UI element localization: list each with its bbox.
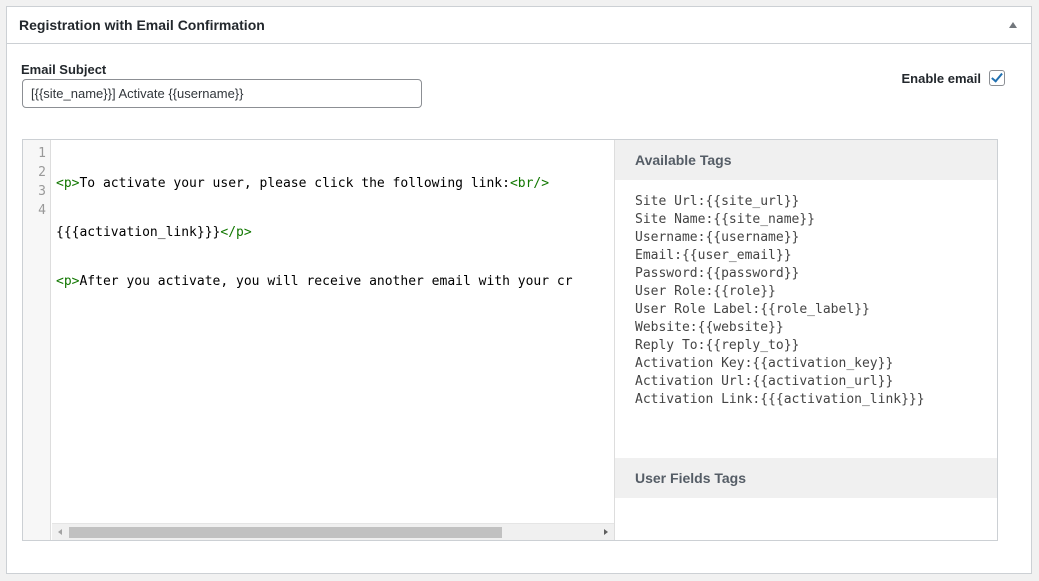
tag-item[interactable]: Activation Url:{{activation_url}}: [635, 373, 977, 391]
email-subject-input[interactable]: [22, 79, 422, 108]
html-tag: <br/>: [509, 176, 550, 191]
line-number-gutter: 1 2 3 4: [23, 140, 51, 540]
available-tags-header: Available Tags: [615, 140, 997, 180]
horizontal-scrollbar[interactable]: [52, 523, 614, 540]
tag-item[interactable]: Password:{{password}}: [635, 265, 977, 283]
code-text: To activate your user, please click the …: [79, 176, 510, 191]
tag-item[interactable]: Activation Link:{{{activation_link}}}: [635, 391, 977, 409]
code-line-4[interactable]: [56, 321, 614, 340]
enable-email-checkbox[interactable]: [989, 70, 1005, 86]
html-tag: <p>: [56, 176, 80, 191]
line-number: 1: [38, 146, 46, 161]
html-tag: <p>: [56, 274, 80, 289]
line-number: 2: [38, 165, 46, 180]
code-text: After you activate, you will receive ano…: [79, 274, 573, 289]
postbox-title: Registration with Email Confirmation: [19, 17, 265, 33]
scroll-left-arrow-icon[interactable]: [58, 529, 62, 535]
tag-item[interactable]: User Role Label:{{role_label}}: [635, 301, 977, 319]
scroll-right-arrow-icon[interactable]: [604, 529, 608, 535]
tag-item[interactable]: Website:{{website}}: [635, 319, 977, 337]
line-number: 4: [38, 203, 46, 218]
postbox-header[interactable]: Registration with Email Confirmation: [7, 7, 1031, 44]
html-tag: </p>: [220, 225, 252, 240]
code-line-2[interactable]: {{{activation_link}}}</p>: [56, 223, 614, 242]
email-subject-label: Email Subject: [21, 62, 107, 77]
tags-panel: Available Tags Site Url:{{site_url}} Sit…: [615, 140, 997, 540]
enable-email-control[interactable]: Enable email: [902, 70, 1005, 86]
available-tags-list: Site Url:{{site_url}} Site Name:{{site_n…: [615, 180, 997, 409]
tag-item[interactable]: Activation Key:{{activation_key}}: [635, 355, 977, 373]
code-editor[interactable]: 1 2 3 4 <p>To activate your user, please…: [23, 140, 615, 540]
tag-item[interactable]: Username:{{username}}: [635, 229, 977, 247]
code-lines[interactable]: <p>To activate your user, please click t…: [56, 144, 614, 370]
tag-item[interactable]: Site Url:{{site_url}}: [635, 193, 977, 211]
user-fields-tags-header: User Fields Tags: [615, 458, 997, 498]
tag-item[interactable]: Email:{{user_email}}: [635, 247, 977, 265]
collapse-arrow-icon[interactable]: [1009, 22, 1017, 28]
code-line-1[interactable]: <p>To activate your user, please click t…: [56, 174, 614, 193]
tag-item[interactable]: Site Name:{{site_name}}: [635, 211, 977, 229]
tag-item[interactable]: User Role:{{role}}: [635, 283, 977, 301]
code-line-3[interactable]: <p>After you activate, you will receive …: [56, 272, 614, 291]
enable-email-label: Enable email: [901, 70, 981, 86]
email-content-area: 1 2 3 4 <p>To activate your user, please…: [22, 139, 998, 541]
tag-item[interactable]: Reply To:{{reply_to}}: [635, 337, 977, 355]
line-number: 3: [38, 184, 46, 199]
code-text: {{{activation_link}}}: [56, 225, 221, 240]
scrollbar-thumb[interactable]: [69, 527, 502, 538]
